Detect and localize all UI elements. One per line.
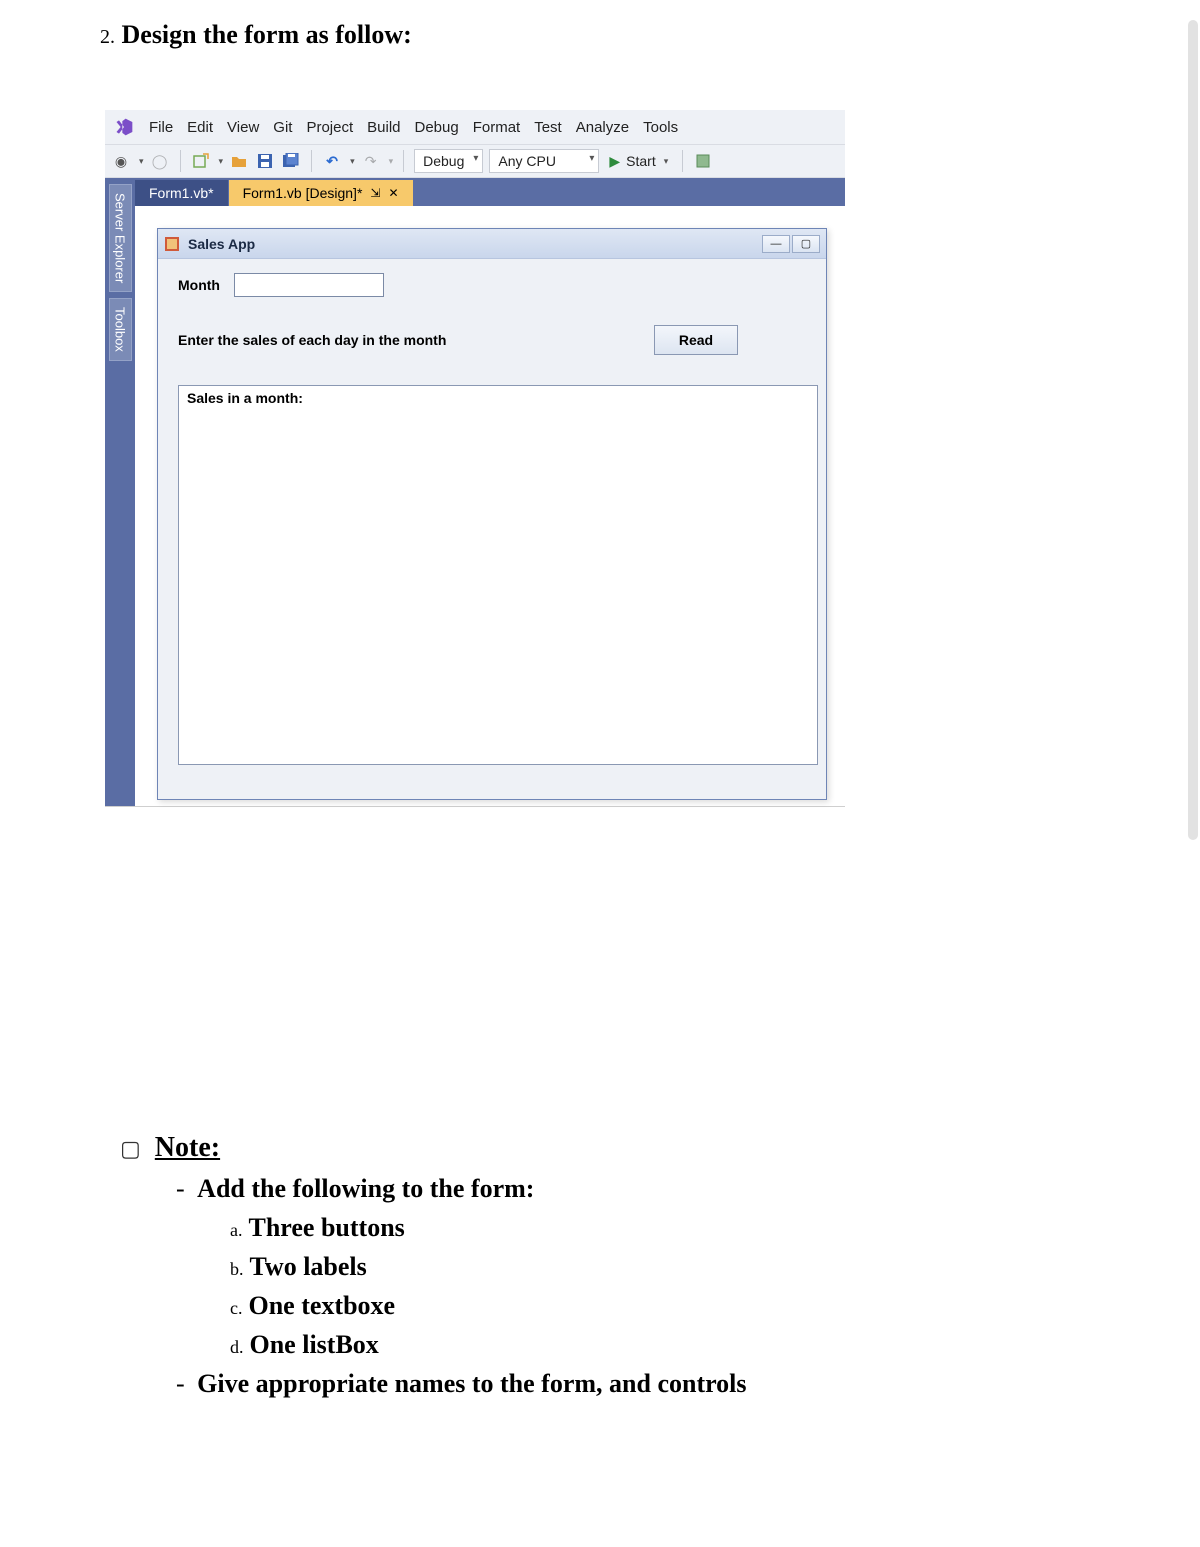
bullet-square-icon: ▢ bbox=[120, 1132, 141, 1165]
config-dropdown[interactable]: Debug bbox=[414, 149, 483, 173]
chevron-down-icon[interactable]: ▾ bbox=[350, 156, 355, 167]
menu-git[interactable]: Git bbox=[273, 119, 292, 136]
pin-icon[interactable]: ⇲ bbox=[370, 186, 380, 200]
separator bbox=[403, 150, 404, 172]
form-designer-surface[interactable]: Sales App — ▢ Month bbox=[135, 206, 845, 806]
menu-edit[interactable]: Edit bbox=[187, 119, 213, 136]
note-heading: Note: bbox=[155, 1127, 220, 1169]
chevron-down-icon[interactable]: ▾ bbox=[139, 156, 144, 167]
undo-icon[interactable]: ↶ bbox=[322, 151, 342, 171]
new-project-icon[interactable] bbox=[191, 151, 211, 171]
list-letter: b. bbox=[230, 1256, 244, 1283]
menu-analyze[interactable]: Analyze bbox=[576, 119, 629, 136]
play-icon: ▶ bbox=[609, 153, 620, 170]
list-letter: a. bbox=[230, 1217, 243, 1244]
document-tabs: Form1.vb* Form1.vb [Design]* ⇲ ✕ bbox=[135, 178, 845, 206]
server-explorer-tab[interactable]: Server Explorer bbox=[109, 184, 132, 292]
note-line-1: Add the following to the form: bbox=[197, 1174, 534, 1203]
start-label: Start bbox=[626, 153, 656, 169]
tab-label: Form1.vb* bbox=[149, 185, 214, 201]
chevron-down-icon[interactable]: ▾ bbox=[664, 156, 669, 167]
read-button[interactable]: Read bbox=[654, 325, 738, 355]
nav-back-icon[interactable]: ◉ bbox=[111, 151, 131, 171]
menu-file[interactable]: File bbox=[149, 119, 173, 136]
vs-logo-icon bbox=[113, 116, 135, 138]
separator bbox=[180, 150, 181, 172]
redo-icon[interactable]: ↷ bbox=[361, 151, 381, 171]
dash-icon: - bbox=[176, 1369, 185, 1398]
save-all-icon[interactable] bbox=[281, 151, 301, 171]
scrollbar-thumb[interactable] bbox=[1188, 20, 1198, 840]
note-item-a: Three buttons bbox=[249, 1208, 405, 1247]
winform-client-area: Month Enter the sales of each day in the… bbox=[158, 259, 826, 799]
start-button[interactable]: ▶ Start ▾ bbox=[605, 153, 672, 170]
listbox-header: Sales in a month: bbox=[187, 390, 303, 406]
tab-form1-code[interactable]: Form1.vb* bbox=[135, 180, 229, 206]
list-letter: c. bbox=[230, 1295, 243, 1322]
tab-label: Form1.vb [Design]* bbox=[243, 185, 363, 201]
menu-tools[interactable]: Tools bbox=[643, 119, 678, 136]
tab-form1-design[interactable]: Form1.vb [Design]* ⇲ ✕ bbox=[229, 180, 414, 206]
menu-project[interactable]: Project bbox=[306, 119, 353, 136]
note-item-c: One textboxe bbox=[249, 1286, 396, 1325]
menu-debug[interactable]: Debug bbox=[415, 119, 459, 136]
menu-view[interactable]: View bbox=[227, 119, 259, 136]
question-text: Design the form as follow: bbox=[122, 20, 412, 49]
sales-listbox[interactable]: Sales in a month: bbox=[178, 385, 818, 765]
note-item-b: Two labels bbox=[250, 1247, 367, 1286]
minimize-button[interactable]: — bbox=[762, 235, 790, 253]
question-number: 2. bbox=[100, 26, 115, 48]
chevron-down-icon[interactable]: ▾ bbox=[219, 156, 224, 167]
maximize-button[interactable]: ▢ bbox=[792, 235, 820, 253]
winform-sales-app[interactable]: Sales App — ▢ Month bbox=[157, 228, 827, 800]
tool-icon[interactable] bbox=[693, 151, 713, 171]
note-item-d: One listBox bbox=[250, 1325, 379, 1364]
winform-titlebar: Sales App — ▢ bbox=[158, 229, 826, 259]
winform-icon bbox=[164, 236, 180, 252]
notes-section: ▢ Note: - Add the following to the form:… bbox=[100, 1127, 1100, 1403]
chevron-down-icon: ▾ bbox=[389, 156, 394, 167]
side-tab-well: Server Explorer Toolbox bbox=[105, 178, 135, 806]
save-icon[interactable] bbox=[255, 151, 275, 171]
sales-prompt-label: Enter the sales of each day in the month bbox=[178, 332, 446, 348]
toolbox-tab[interactable]: Toolbox bbox=[109, 298, 132, 361]
nav-forward-icon: ◯ bbox=[150, 151, 170, 171]
open-icon[interactable] bbox=[229, 151, 249, 171]
menu-format[interactable]: Format bbox=[473, 119, 521, 136]
separator bbox=[682, 150, 683, 172]
question-prompt: 2. Design the form as follow: bbox=[100, 20, 1100, 50]
list-letter: d. bbox=[230, 1334, 244, 1361]
menu-build[interactable]: Build bbox=[367, 119, 400, 136]
separator bbox=[311, 150, 312, 172]
menu-test[interactable]: Test bbox=[534, 119, 562, 136]
month-textbox[interactable] bbox=[234, 273, 384, 297]
vs-menubar: File Edit View Git Project Build Debug F… bbox=[105, 110, 845, 145]
dash-icon: - bbox=[176, 1174, 185, 1203]
month-label: Month bbox=[178, 277, 220, 293]
winform-title: Sales App bbox=[188, 236, 255, 252]
vs-toolbar: ◉ ▾ ◯ ▾ ↶ ▾ ↷ ▾ Debug Any CPU bbox=[105, 145, 845, 178]
close-icon[interactable]: ✕ bbox=[388, 186, 398, 200]
vs-screenshot: File Edit View Git Project Build Debug F… bbox=[105, 110, 845, 807]
platform-dropdown[interactable]: Any CPU bbox=[489, 149, 599, 173]
note-line-2: Give appropriate names to the form, and … bbox=[197, 1369, 746, 1398]
